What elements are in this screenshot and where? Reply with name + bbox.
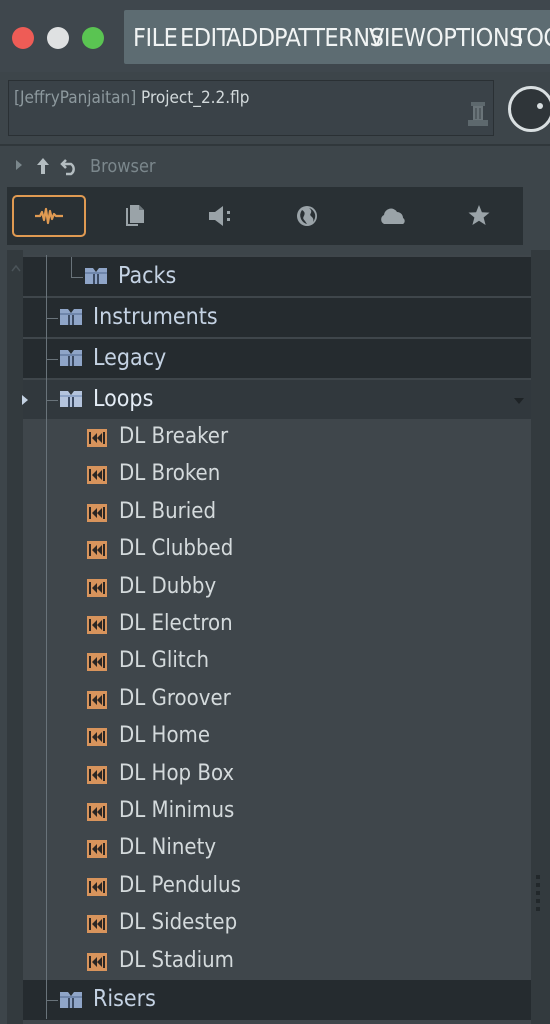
loop-file-icon: [87, 952, 107, 971]
loop-file-icon: [87, 541, 107, 560]
scroll-up-caret-icon[interactable]: [10, 264, 22, 272]
menu-edit[interactable]: EDIT: [180, 23, 230, 52]
loop-item[interactable]: DL Dubby: [119, 574, 216, 599]
loop-file-icon: [87, 429, 107, 447]
menu-view[interactable]: VIEW: [369, 23, 426, 52]
browser-menu-arrow-icon[interactable]: [14, 158, 24, 172]
maximize-window-button[interactable]: [82, 27, 104, 49]
speaker-icon: [209, 206, 230, 226]
knob-indicator: [537, 103, 543, 109]
tool-online-content[interactable]: [270, 195, 344, 237]
loop-item[interactable]: DL Sidestep: [119, 910, 237, 935]
pack-folder-icon: [60, 350, 82, 366]
loop-item[interactable]: DL Minimus: [119, 798, 234, 823]
document-icon: [126, 205, 144, 226]
tree-connector: [46, 1000, 58, 1001]
menu-patterns[interactable]: PATTERNS: [274, 23, 384, 52]
loop-file-icon: [87, 466, 107, 485]
loop-item[interactable]: DL Stadium: [119, 948, 234, 973]
minimize-window-button[interactable]: [47, 27, 69, 49]
pin-icon[interactable]: [466, 100, 490, 128]
folder-label-loops: Loops: [93, 386, 154, 412]
loop-file-icon: [87, 803, 107, 821]
loop-file-icon: [87, 728, 107, 747]
project-path: [JeffryPanjaitan] Project_2.2.flp: [14, 88, 249, 108]
pack-folder-icon: [85, 268, 107, 284]
tool-current-project[interactable]: [98, 195, 172, 237]
refresh-icon[interactable]: [60, 156, 80, 176]
scrollbar-grip[interactable]: [534, 875, 542, 915]
loop-item[interactable]: DL Groover: [119, 686, 231, 711]
loop-item[interactable]: DL Broken: [119, 461, 220, 486]
waveform-icon: [35, 207, 63, 225]
menu-file[interactable]: FILE: [133, 23, 178, 52]
loop-file-icon: [87, 765, 107, 784]
loop-item[interactable]: DL Pendulus: [119, 873, 241, 898]
loop-file-icon: [87, 653, 107, 672]
tree-connector: [46, 359, 58, 360]
loop-item[interactable]: DL Buried: [119, 499, 216, 524]
loop-item[interactable]: DL Hop Box: [119, 761, 234, 786]
tree-left-gutter: [7, 250, 23, 1024]
loop-file-icon: [87, 915, 107, 934]
loop-file-icon: [87, 690, 107, 709]
tool-all-sources[interactable]: [12, 195, 86, 237]
loop-item[interactable]: DL Electron: [119, 611, 233, 636]
browser-toolbar: [7, 187, 523, 245]
loop-item[interactable]: DL Glitch: [119, 648, 209, 673]
loop-item[interactable]: DL Clubbed: [119, 536, 233, 561]
menu-options[interactable]: OPTIONS: [426, 23, 523, 52]
title-bar: FILE EDIT ADD PATTERNS VIEW OPTIONS TOO: [0, 0, 550, 72]
loop-file-icon: [87, 616, 107, 634]
cloud-icon: [381, 208, 405, 224]
pack-folder-icon: [60, 992, 82, 1008]
folder-options-caret-icon[interactable]: [512, 396, 526, 406]
hint-panel: [JeffryPanjaitan] Project_2.2.flp: [8, 80, 494, 136]
up-arrow-icon[interactable]: [35, 156, 51, 176]
loop-file-icon: [87, 503, 107, 522]
star-icon: [468, 205, 490, 225]
pack-folder-icon: [60, 391, 82, 407]
loop-item[interactable]: DL Ninety: [119, 835, 216, 860]
hint-user: [JeffryPanjaitan]: [14, 88, 137, 108]
menu-add[interactable]: ADD: [226, 23, 275, 52]
menu-tools[interactable]: TOO: [513, 23, 550, 52]
tree-connector: [71, 277, 83, 278]
hint-file: Project_2.2.flp: [136, 88, 250, 108]
tree-connector: [46, 400, 58, 401]
loop-item[interactable]: DL Home: [119, 723, 210, 748]
loop-file-icon: [87, 840, 107, 859]
folder-label-packs: Packs: [118, 263, 177, 289]
loop-file-icon: [87, 877, 107, 896]
loop-item[interactable]: DL Breaker: [119, 424, 228, 449]
folder-label-instruments: Instruments: [93, 304, 218, 330]
expand-arrow-icon[interactable]: [20, 393, 30, 407]
panel-divider: [0, 144, 550, 146]
folder-label-legacy: Legacy: [93, 345, 167, 371]
tool-plugin-database[interactable]: [184, 195, 258, 237]
tree-guide-line-packs: [71, 257, 72, 277]
master-volume-knob[interactable]: [508, 86, 550, 132]
tree-guide-line: [46, 255, 47, 1019]
browser-title: Browser: [90, 156, 156, 177]
tool-favorites[interactable]: [442, 195, 516, 237]
tool-cloud[interactable]: [356, 195, 430, 237]
loop-file-icon: [87, 578, 107, 597]
main-menu: FILE EDIT ADD PATTERNS VIEW OPTIONS TOO: [124, 10, 550, 64]
tree-connector: [46, 318, 58, 319]
pack-folder-icon: [60, 309, 82, 325]
globe-icon: [297, 206, 317, 226]
close-window-button[interactable]: [12, 27, 34, 49]
folder-label-risers: Risers: [93, 986, 156, 1012]
